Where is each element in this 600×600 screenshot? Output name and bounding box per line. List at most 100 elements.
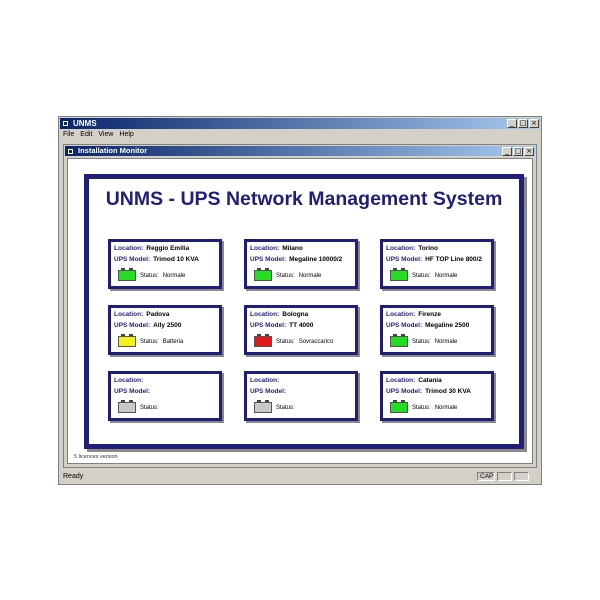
status-value: Normale [162,273,186,279]
status-row: Status: [140,405,163,411]
status-row: Status: Batteria [140,339,183,345]
model-row: UPS Model: Ally 2500 [114,322,181,329]
status-indicator-empty-1 [497,472,512,481]
status-label: Status: [276,273,295,279]
status-value: Batteria [162,339,184,345]
location-label: Location: [250,311,280,318]
main-title-bar[interactable]: UNMS _ □ × [60,118,540,129]
close-button[interactable]: × [529,119,539,128]
menu-file[interactable]: File [63,130,74,140]
model-row: UPS Model: Trimod 10 KVA [114,256,199,263]
model-label: UPS Model: [386,388,423,395]
ups-card[interactable]: Location: Firenze UPS Model: Megaline 2500 S… [380,305,494,355]
status-value: Normale [434,405,458,411]
model-value: HF TOP Line 800/2 [425,256,482,263]
status-value: Normale [434,339,458,345]
main-window-title: UNMS [73,119,97,128]
license-footnote: 5 licences version [74,454,118,460]
battery-icon [118,400,136,413]
location-value: Firenze [418,311,442,318]
location-label: Location: [114,311,144,318]
ups-card[interactable]: Location: UPS Model: Status: [108,371,222,421]
battery-icon [254,334,272,347]
ups-card[interactable]: Location: Milano UPS Model: Megaline 10000/… [244,239,358,289]
model-label: UPS Model: [114,256,151,263]
app-icon [62,120,69,127]
status-label: Status: [140,405,159,411]
child-maximize-button[interactable]: □ [513,147,523,156]
location-value: Torino [418,245,438,252]
status-label: Status: [276,405,295,411]
monitor-client-area: UNMS - UPS Network Management System Loc… [67,158,533,464]
location-label: Location: [250,245,280,252]
cap-indicator: CAP [477,472,495,481]
battery-icon [118,334,136,347]
menu-bar: File Edit View Help [61,130,134,140]
status-row: Status: [276,405,299,411]
model-row: UPS Model: Megaline 2500 [386,322,469,329]
location-row: Location: [114,377,146,384]
minimize-button[interactable]: _ [507,119,517,128]
ups-card[interactable]: Location: Catania UPS Model: Trimod 30 KVA S… [380,371,494,421]
status-label: Status: [412,405,431,411]
status-text: Ready [63,473,84,480]
location-value: Padova [146,311,170,318]
model-row: UPS Model: Megaline 10000/2 [250,256,342,263]
ups-card[interactable]: Location: Reggio Emilia UPS Model: Trimod 1… [108,239,222,289]
location-row: Location: Padova [114,311,169,318]
status-value: Normale [298,273,322,279]
model-value: Trimod 30 KVA [425,388,471,395]
status-row: Status: Sovraccarico [276,339,333,345]
ups-card[interactable]: Location: Torino UPS Model: HF TOP Line 800… [380,239,494,289]
child-close-button[interactable]: × [524,147,534,156]
status-bar: Ready CAP [61,472,539,482]
location-label: Location: [386,311,416,318]
status-row: Status: Normale [276,273,321,279]
battery-icon [118,268,136,281]
model-row: UPS Model: [250,388,289,395]
location-row: Location: Catania [386,377,442,384]
model-label: UPS Model: [250,322,287,329]
menu-view[interactable]: View [98,130,113,140]
location-label: Location: [250,377,280,384]
battery-icon [390,268,408,281]
location-row: Location: [250,377,282,384]
main-window: UNMS _ □ × File Edit View Help Installat… [58,116,542,485]
model-row: UPS Model: [114,388,153,395]
battery-icon [390,400,408,413]
child-window-icon [67,148,74,155]
child-minimize-button[interactable]: _ [502,147,512,156]
network-panel: UNMS - UPS Network Management System Loc… [84,174,524,449]
model-label: UPS Model: [250,256,287,263]
page-title: UNMS - UPS Network Management System [105,188,503,210]
status-value: Sovraccarico [298,339,334,345]
model-value: Ally 2500 [153,322,182,329]
model-row: UPS Model: HF TOP Line 800/2 [386,256,482,263]
status-value: Normale [434,273,458,279]
child-title-bar[interactable]: Installation Monitor _ □ × [65,146,535,156]
model-label: UPS Model: [250,388,287,395]
model-label: UPS Model: [386,256,423,263]
location-value: Bologna [282,311,309,318]
maximize-button[interactable]: □ [518,119,528,128]
ups-card[interactable]: Location: Bologna UPS Model: TT 4000 Status:… [244,305,358,355]
status-label: Status: [412,273,431,279]
model-value: Megaline 10000/2 [289,256,343,263]
ups-card[interactable]: Location: Padova UPS Model: Ally 2500 Status… [108,305,222,355]
menu-help[interactable]: Help [119,130,133,140]
status-row: Status: Normale [140,273,185,279]
model-label: UPS Model: [386,322,423,329]
location-row: Location: Reggio Emilia [114,245,189,252]
location-label: Location: [386,245,416,252]
ups-card[interactable]: Location: UPS Model: Status: [244,371,358,421]
status-label: Status: [276,339,295,345]
location-label: Location: [114,377,144,384]
menu-edit[interactable]: Edit [80,130,92,140]
model-row: UPS Model: Trimod 30 KVA [386,388,471,395]
model-label: UPS Model: [114,322,151,329]
model-value: Trimod 10 KVA [153,256,199,263]
child-window-title: Installation Monitor [78,146,148,155]
battery-icon [254,400,272,413]
location-value: Catania [418,377,442,384]
location-row: Location: Milano [250,245,303,252]
